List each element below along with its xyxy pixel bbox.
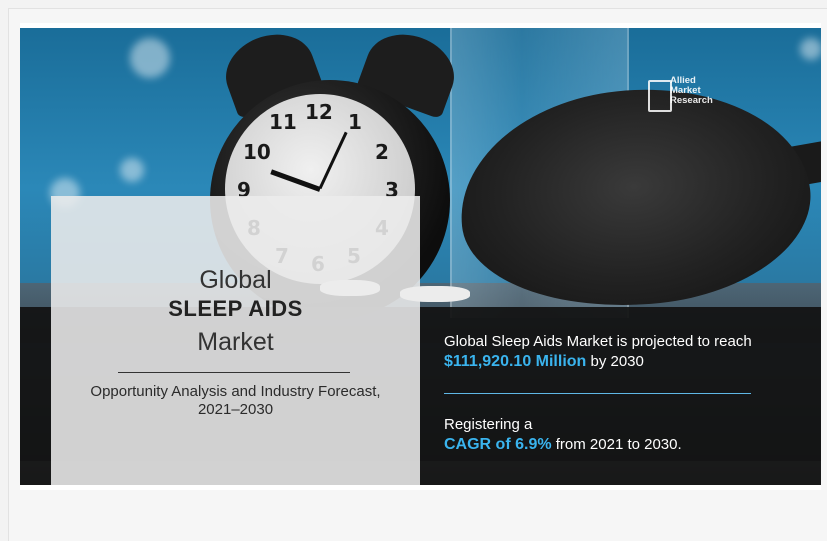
- title-global: Global: [199, 266, 272, 294]
- bokeh-light: [130, 38, 170, 78]
- logo-icon: [648, 80, 672, 112]
- subtitle-years: 2021–2030: [197, 401, 274, 418]
- title-panel: Global SLEEP AIDS Market Opportunity Ana…: [51, 196, 420, 485]
- clock-number: 1: [348, 110, 362, 134]
- clock-number: 2: [375, 140, 389, 164]
- divider: [444, 393, 751, 394]
- clock-minute-hand: [318, 131, 348, 190]
- clock-number: 12: [305, 100, 333, 124]
- market-projection-text: Global Sleep Aids Market is projected to…: [444, 332, 764, 372]
- logo-line: Research: [670, 95, 713, 106]
- cagr-value: CAGR of 6.9%: [444, 436, 552, 453]
- cagr-text: Registering a CAGR of 6.9% from 2021 to …: [444, 415, 764, 455]
- bokeh-light: [800, 38, 821, 60]
- subtitle: Opportunity Analysis and Industry Foreca…: [51, 383, 420, 419]
- bokeh-light: [120, 158, 144, 182]
- projection-value: $111,920.10 Million: [444, 353, 587, 370]
- divider: [118, 372, 350, 373]
- title-market: Market: [197, 328, 274, 356]
- clock-number: 11: [269, 110, 297, 134]
- subtitle-line: Opportunity Analysis and Industry Foreca…: [90, 383, 381, 400]
- projection-text-before: Global Sleep Aids Market is projected to…: [444, 333, 752, 350]
- projection-text-after: by 2030: [586, 353, 644, 370]
- title-sleep-aids: SLEEP AIDS: [168, 296, 303, 321]
- cagr-text-after: from 2021 to 2030.: [551, 436, 682, 453]
- cagr-text-before: Registering a: [444, 416, 533, 433]
- clock-hour-hand: [270, 169, 321, 192]
- clock-number: 10: [243, 140, 271, 164]
